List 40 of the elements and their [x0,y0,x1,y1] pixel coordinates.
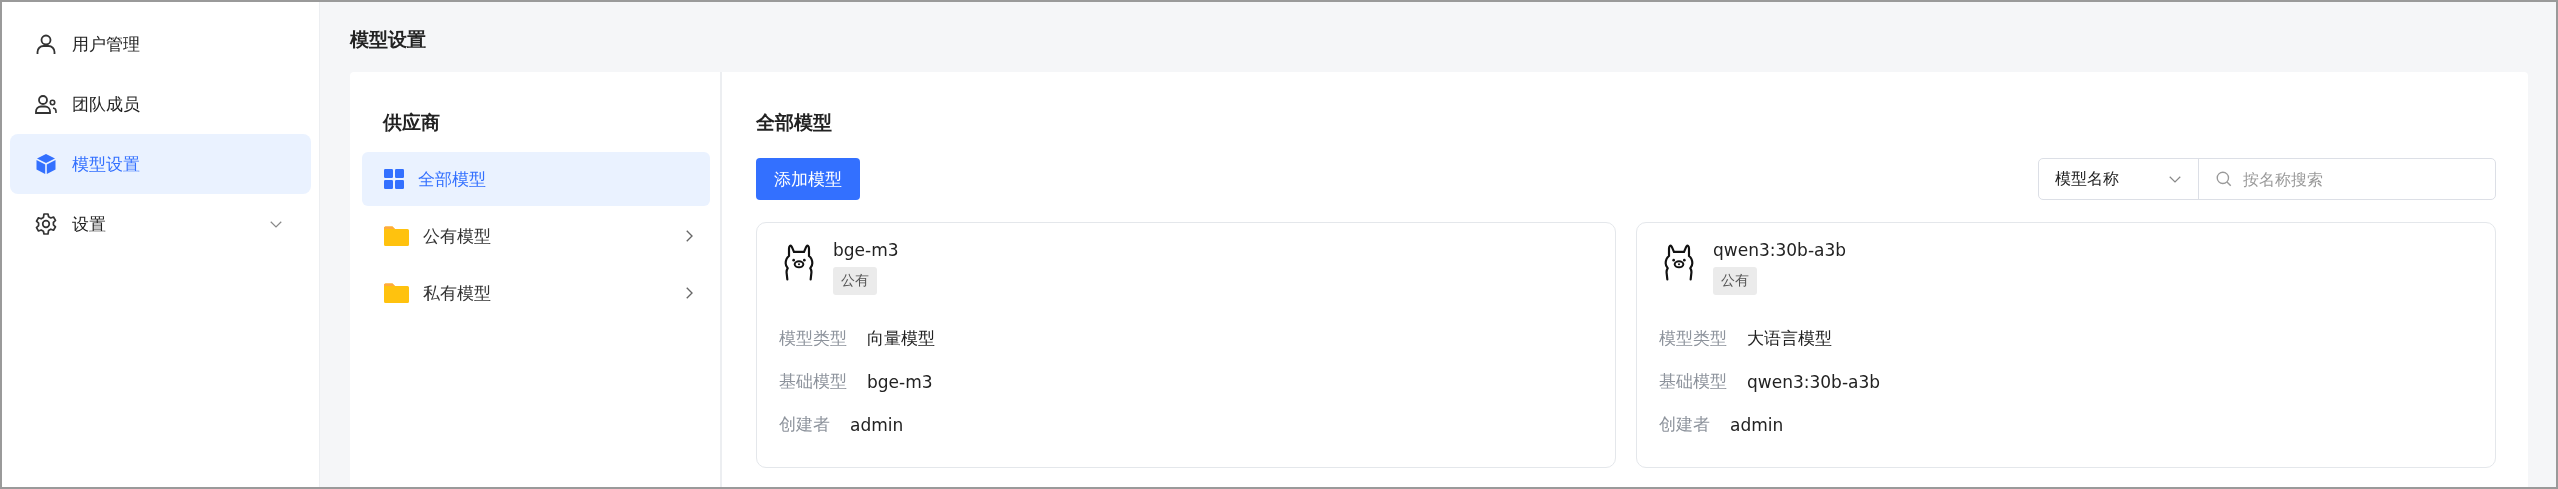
search-icon [2215,170,2233,188]
provider-item[interactable]: 私有模型 [362,266,710,320]
cube-icon [34,152,58,176]
field-label: 模型类型 [1659,327,1727,350]
field-label: 创建者 [1659,413,1710,436]
sidebar-item[interactable]: 模型设置 [10,134,311,194]
model-card[interactable]: qwen3:30b-a3b 公有 模型类型 大语言模型 基础模型 qwen3:30b-a3b 创建者 admin [1636,222,2496,468]
field-value: admin [1730,414,1784,435]
field-label: 创建者 [779,413,830,436]
field-label: 基础模型 [779,370,847,393]
filter-select[interactable]: 模型名称 [2039,159,2199,199]
field-value: bge-m3 [867,371,933,392]
panel-title: 供应商 [381,110,441,135]
field-label: 基础模型 [1659,370,1727,393]
grid-icon [384,169,404,189]
model-name: bge-m3 [833,239,899,262]
model-card[interactable]: bge-m3 公有 模型类型 向量模型 基础模型 bge-m3 创建者 admin [756,222,1616,468]
add-model-button[interactable]: 添加模型 [756,158,860,200]
provider-item[interactable]: 全部模型 [362,152,710,206]
section-title: 全部模型 [755,110,833,135]
folder-icon [384,226,409,246]
field-value: 向量模型 [867,327,935,350]
team-icon [34,92,58,116]
model-name: qwen3:30b-a3b [1713,239,1847,262]
search-field[interactable]: 按名称搜索 [2199,159,2495,199]
field-value: 大语言模型 [1747,327,1832,350]
settings-icon [34,212,58,236]
search-bar[interactable]: 模型名称 按名称搜索 [2038,158,2496,200]
sidebar-item[interactable]: 用户管理 [10,14,311,74]
model-tag: 公有 [833,267,877,295]
folder-icon [384,283,409,303]
provider-item[interactable]: 公有模型 [362,209,710,263]
sidebar-item[interactable]: 设置 [10,194,311,254]
sidebar-item[interactable]: 团队成员 [10,74,311,134]
field-value: admin [850,414,904,435]
field-label: 模型类型 [779,327,847,350]
page-title: 模型设置 [350,27,427,52]
user-icon [34,32,58,56]
field-value: qwen3:30b-a3b [1747,371,1881,392]
model-tag: 公有 [1713,267,1757,295]
